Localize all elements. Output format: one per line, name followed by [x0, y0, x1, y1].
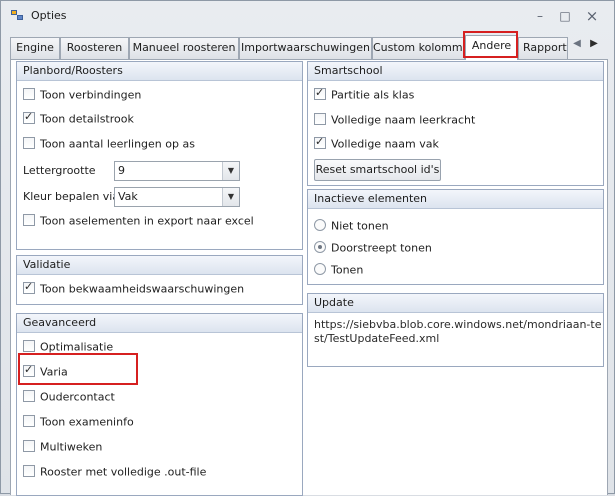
group-title: Geavanceerd: [17, 314, 302, 333]
tab-roosteren[interactable]: Roosteren: [60, 37, 129, 59]
checkbox-box[interactable]: ✓: [23, 280, 35, 294]
radio-doorstreept-tonen[interactable]: Doorstreept tonen: [314, 241, 432, 257]
varia-highlight-marker: [18, 353, 138, 385]
volledige-naam-leerkracht-checkbox[interactable]: Volledige naam leerkracht: [314, 113, 475, 129]
title-bar: Opties – □ ×: [1, 1, 614, 31]
radio-circle[interactable]: [314, 263, 326, 275]
options-window: Opties – □ × Engine Roosteren Manueel ro…: [0, 0, 615, 496]
group-inactieve-elementen: Inactieve elementen Niet tonen Doorstree…: [307, 189, 604, 285]
minimize-icon[interactable]: –: [529, 7, 551, 25]
tab-strip: Engine Roosteren Manueel roosteren Impor…: [10, 34, 608, 60]
checkbox-box[interactable]: [23, 465, 35, 477]
checkbox-box[interactable]: [23, 440, 35, 452]
app-icon: [11, 10, 25, 22]
window-title: Opties: [31, 9, 67, 22]
group-title: Smartschool: [308, 62, 603, 81]
group-update: Update https://siebvba.blob.core.windows…: [307, 293, 604, 367]
toon-exameninfo-checkbox[interactable]: Toon exameninfo: [23, 415, 134, 431]
multiweken-checkbox[interactable]: Multiweken: [23, 440, 102, 456]
tab-manueel-roosteren[interactable]: Manueel roosteren: [129, 37, 239, 59]
maximize-icon[interactable]: □: [554, 7, 576, 25]
group-planbord-roosters: Planbord/Roosters Toon verbindingen ✓ Too…: [16, 61, 303, 250]
volledige-naam-vak-checkbox[interactable]: ✓ Volledige naam vak: [314, 135, 439, 153]
tab-importwaarschuwingen[interactable]: Importwaarschuwingen: [239, 37, 372, 59]
reset-smartschool-button[interactable]: Reset smartschool id's: [314, 159, 441, 181]
check-icon: ✓: [315, 86, 325, 99]
check-icon: ✓: [24, 280, 34, 293]
kleur-bepalen-combo[interactable]: Vak ▼: [114, 187, 240, 207]
checkbox-box[interactable]: [23, 340, 35, 352]
toon-aantal-leerlingen-checkbox[interactable]: Toon aantal leerlingen op as: [23, 137, 195, 153]
checkbox-box[interactable]: ✓: [314, 135, 326, 149]
lettergrootte-label: Lettergrootte: [23, 164, 96, 177]
checkbox-box[interactable]: [23, 390, 35, 402]
tab-content-andere: Planbord/Roosters Toon verbindingen ✓ Too…: [10, 59, 608, 496]
checkbox-box[interactable]: [23, 88, 35, 100]
rooster-out-file-checkbox[interactable]: Rooster met volledige .out-file: [23, 465, 206, 481]
group-validatie: Validatie ✓ Toon bekwaamheidswaarschuwing…: [16, 255, 303, 305]
group-title: Validatie: [17, 256, 302, 275]
tab-scroll-right-icon[interactable]: ▶: [587, 38, 601, 49]
radio-tonen[interactable]: Tonen: [314, 263, 363, 279]
checkbox-box[interactable]: [23, 214, 35, 226]
checkbox-box[interactable]: [23, 137, 35, 149]
check-icon: ✓: [315, 135, 325, 148]
check-icon: ✓: [24, 110, 34, 123]
partitie-als-klas-checkbox[interactable]: ✓ Partitie als klas: [314, 86, 414, 104]
group-geavanceerd: Geavanceerd Optimalisatie ✓ Varia Ouderco…: [16, 313, 303, 496]
tab-custom-kolommen[interactable]: Custom kolommen: [372, 37, 465, 59]
radio-niet-tonen[interactable]: Niet tonen: [314, 219, 389, 235]
toon-aselementen-checkbox[interactable]: Toon aselementen in export naar excel: [23, 214, 254, 230]
chevron-down-icon[interactable]: ▼: [222, 162, 239, 180]
group-title: Update: [308, 294, 603, 313]
checkbox-box[interactable]: [314, 113, 326, 125]
tab-engine[interactable]: Engine: [10, 37, 60, 59]
checkbox-box[interactable]: ✓: [314, 86, 326, 100]
toon-detailstrook-checkbox[interactable]: ✓ Toon detailstrook: [23, 110, 134, 128]
update-url: https://siebvba.blob.core.windows.net/mo…: [314, 318, 602, 345]
close-icon[interactable]: ×: [581, 7, 603, 25]
radio-circle[interactable]: [314, 241, 326, 253]
tab-highlight-marker: [463, 31, 518, 58]
radio-circle[interactable]: [314, 219, 326, 231]
checkbox-box[interactable]: [23, 415, 35, 427]
tab-rapportla[interactable]: Rapportla: [518, 37, 568, 59]
checkbox-box[interactable]: ✓: [23, 110, 35, 124]
lettergrootte-combo[interactable]: 9 ▼: [114, 161, 240, 181]
toon-verbindingen-checkbox[interactable]: Toon verbindingen: [23, 88, 141, 104]
group-title: Planbord/Roosters: [17, 62, 302, 81]
chevron-down-icon[interactable]: ▼: [222, 188, 239, 206]
kleur-bepalen-label: Kleur bepalen via: [23, 190, 120, 203]
tab-scroll-left-icon[interactable]: ◀: [570, 38, 584, 49]
oudercontact-checkbox[interactable]: Oudercontact: [23, 390, 115, 406]
toon-bekwaamheid-checkbox[interactable]: ✓ Toon bekwaamheidswaarschuwingen: [23, 280, 244, 298]
group-smartschool: Smartschool ✓ Partitie als klas Volledige…: [307, 61, 604, 186]
group-title: Inactieve elementen: [308, 190, 603, 209]
